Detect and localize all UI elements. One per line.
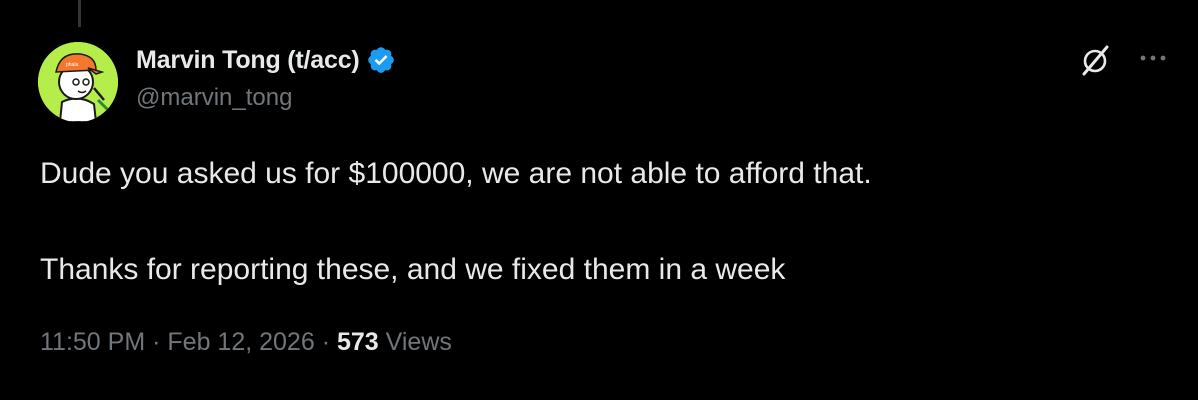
thread-connector-line <box>78 0 81 27</box>
name-row: Marvin Tong (t/acc) <box>136 44 396 76</box>
cartoon-character-avatar-icon: phala <box>38 42 118 122</box>
grok-icon[interactable] <box>1078 43 1112 77</box>
tweet-time: 11:50 PM <box>40 328 146 356</box>
meta-separator: · <box>321 328 331 356</box>
tweet-meta: 11:50 PM · Feb 12, 2026 · 573 Views <box>40 328 452 357</box>
tweet-header: Marvin Tong (t/acc) @marvin_tong <box>136 44 396 112</box>
tweet-text-line: Thanks for reporting these, and we fixed… <box>40 253 786 286</box>
tweet-date: Feb 12, 2026 <box>167 328 315 356</box>
more-options-icon[interactable] <box>1137 46 1169 70</box>
meta-separator: · <box>152 328 161 356</box>
avatar-hat-text: phala <box>66 62 78 68</box>
tweet-text-line: Dude you asked us for $100000, we are no… <box>40 157 872 190</box>
handle[interactable]: @marvin_tong <box>136 84 396 112</box>
tweet-timestamp[interactable]: 11:50 PM · Feb 12, 2026 <box>40 328 315 356</box>
display-name[interactable]: Marvin Tong (t/acc) <box>136 46 360 75</box>
avatar[interactable]: phala <box>38 42 118 122</box>
verified-badge-icon[interactable] <box>366 45 396 75</box>
views-count[interactable]: 573 <box>337 328 379 356</box>
views-label[interactable]: Views <box>386 328 452 356</box>
tweet-body: Dude you asked us for $100000, we are no… <box>40 150 1150 294</box>
